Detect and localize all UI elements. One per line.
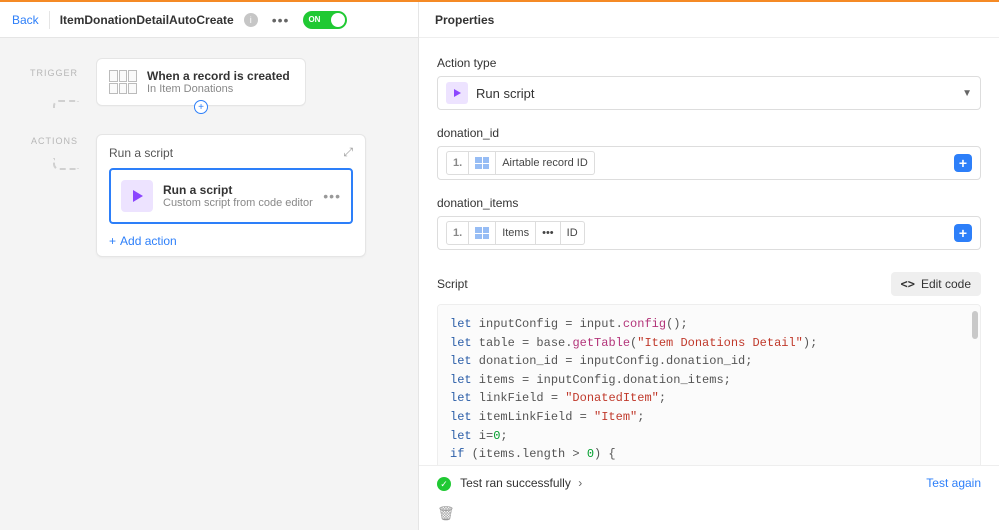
table-icon [475, 157, 489, 169]
action-group: Run a script ⤢ Run a script Custom scrip… [96, 134, 366, 257]
action-type-value: Run script [476, 86, 535, 101]
action-type-select[interactable]: Run script ▼ [437, 76, 981, 110]
script-icon [121, 180, 153, 212]
check-icon: ✓ [437, 477, 451, 491]
add-token-button[interactable]: + [954, 154, 972, 172]
add-action-button[interactable]: + Add action [109, 234, 353, 248]
donation-items-label: donation_items [437, 196, 981, 210]
script-label: Script [437, 277, 468, 291]
action-subtitle: Custom script from code editor [163, 197, 313, 209]
scrollbar[interactable] [972, 311, 978, 339]
back-link[interactable]: Back [12, 13, 39, 27]
trigger-title: When a record is created [147, 69, 290, 83]
edit-code-button[interactable]: <> Edit code [891, 272, 982, 296]
automation-toggle[interactable]: ON [303, 11, 347, 29]
script-icon [446, 82, 468, 104]
trash-icon[interactable]: 🗑 [437, 505, 455, 521]
donation-id-label: donation_id [437, 126, 981, 140]
plus-icon: + [109, 234, 116, 248]
properties-panel: Properties Action type Run script ▼ dona… [419, 2, 999, 530]
automation-canvas-panel: Back ItemDonationDetailAutoCreate i ••• … [0, 2, 419, 530]
chevron-right-icon: › [578, 476, 582, 490]
actions-section-label: ACTIONS [30, 134, 78, 146]
test-status: ✓ Test ran successfully › [437, 476, 582, 492]
chevron-down-icon: ▼ [962, 88, 972, 99]
action-type-label: Action type [437, 56, 981, 70]
trigger-subtitle: In Item Donations [147, 83, 290, 95]
top-bar: Back ItemDonationDetailAutoCreate i ••• … [0, 2, 418, 38]
code-icon: <> [901, 277, 915, 291]
add-step-icon[interactable]: + [194, 100, 208, 114]
table-icon [109, 70, 137, 94]
test-status-row[interactable]: ✓ Test ran successfully › Test again [419, 465, 999, 502]
expand-icon[interactable]: ⤢ [343, 145, 353, 160]
action-card-selected[interactable]: Run a script Custom script from code edi… [109, 168, 353, 224]
automation-title: ItemDonationDetailAutoCreate [60, 13, 234, 27]
action-more-icon[interactable]: ••• [323, 188, 341, 204]
divider [49, 11, 50, 29]
trigger-section-label: TRIGGER [30, 58, 78, 78]
add-token-button[interactable]: + [954, 224, 972, 242]
donation-items-input[interactable]: 1. Items ••• ID + [437, 216, 981, 250]
test-again-button[interactable]: Test again [926, 476, 981, 490]
action-group-title: Run a script [109, 146, 173, 160]
trigger-card[interactable]: When a record is created In Item Donatio… [96, 58, 306, 106]
properties-title: Properties [419, 2, 999, 38]
token-chip[interactable]: 1. Airtable record ID [446, 151, 595, 175]
script-preview: let inputConfig = input.config(); let ta… [437, 304, 981, 465]
action-title: Run a script [163, 183, 313, 197]
table-icon [475, 227, 489, 239]
info-icon[interactable]: i [244, 13, 258, 27]
more-menu-icon[interactable]: ••• [268, 12, 294, 28]
donation-id-input[interactable]: 1. Airtable record ID + [437, 146, 981, 180]
canvas: TRIGGER When a record is created In Item… [0, 38, 418, 530]
token-chip[interactable]: 1. Items ••• ID [446, 221, 585, 245]
